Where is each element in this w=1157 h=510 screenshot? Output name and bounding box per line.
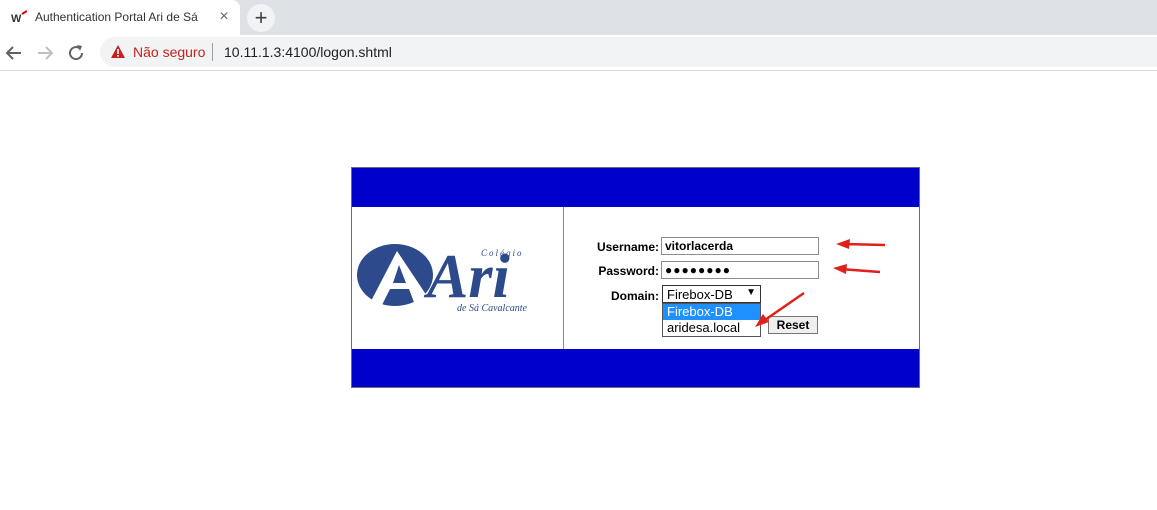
password-field[interactable] [661,261,819,279]
domain-option-aridesa-local[interactable]: aridesa.local [663,320,760,336]
close-tab-icon[interactable]: × [216,9,232,25]
portal-body: Ari Colégio de Sá Cavalcante Username: P… [352,207,919,349]
username-field[interactable] [661,237,819,255]
login-form: Username: Password: Domain: Firebox-DB ▼… [564,207,919,349]
logo-top-text: Colégio [481,248,524,258]
url-text[interactable]: 10.11.1.3:4100/logon.shtml [224,44,392,60]
logo-bottom-text: de Sá Cavalcante [457,303,528,313]
warning-triangle-icon [111,45,125,58]
tab-strip: W Authentication Portal Ari de Sá × + [0,0,1157,35]
logo-cell: Ari Colégio de Sá Cavalcante [352,207,564,349]
tab-title: Authentication Portal Ari de Sá [35,10,198,24]
not-secure-label[interactable]: Não seguro [133,44,205,60]
domain-select[interactable]: Firebox-DB ▼ [662,285,761,303]
new-tab-button[interactable]: + [247,4,275,32]
omnibox-divider [212,43,213,61]
forward-arrow-icon[interactable] [33,41,57,65]
colegio-ari-logo: Ari Colégio de Sá Cavalcante [357,243,528,313]
password-label: Password: [598,264,659,278]
domain-option-firebox-db[interactable]: Firebox-DB [663,304,760,320]
domain-dropdown-list: Firebox-DB aridesa.local [662,303,761,337]
username-label: Username: [596,240,659,254]
browser-toolbar: Não seguro 10.11.1.3:4100/logon.shtml [0,35,1157,71]
domain-selected-value: Firebox-DB [667,287,733,302]
domain-label: Domain: [611,289,659,303]
svg-text:W: W [11,13,22,24]
watchguard-favicon-icon: W [11,10,27,24]
reload-icon[interactable] [64,41,88,65]
dropdown-arrow-icon: ▼ [746,287,756,298]
address-bar[interactable]: Não seguro 10.11.1.3:4100/logon.shtml [100,37,1157,67]
browser-tab[interactable]: W Authentication Portal Ari de Sá × [0,0,240,35]
back-arrow-icon[interactable] [2,41,26,65]
auth-portal-frame: Ari Colégio de Sá Cavalcante Username: P… [351,167,920,388]
reset-button[interactable]: Reset [768,316,818,334]
